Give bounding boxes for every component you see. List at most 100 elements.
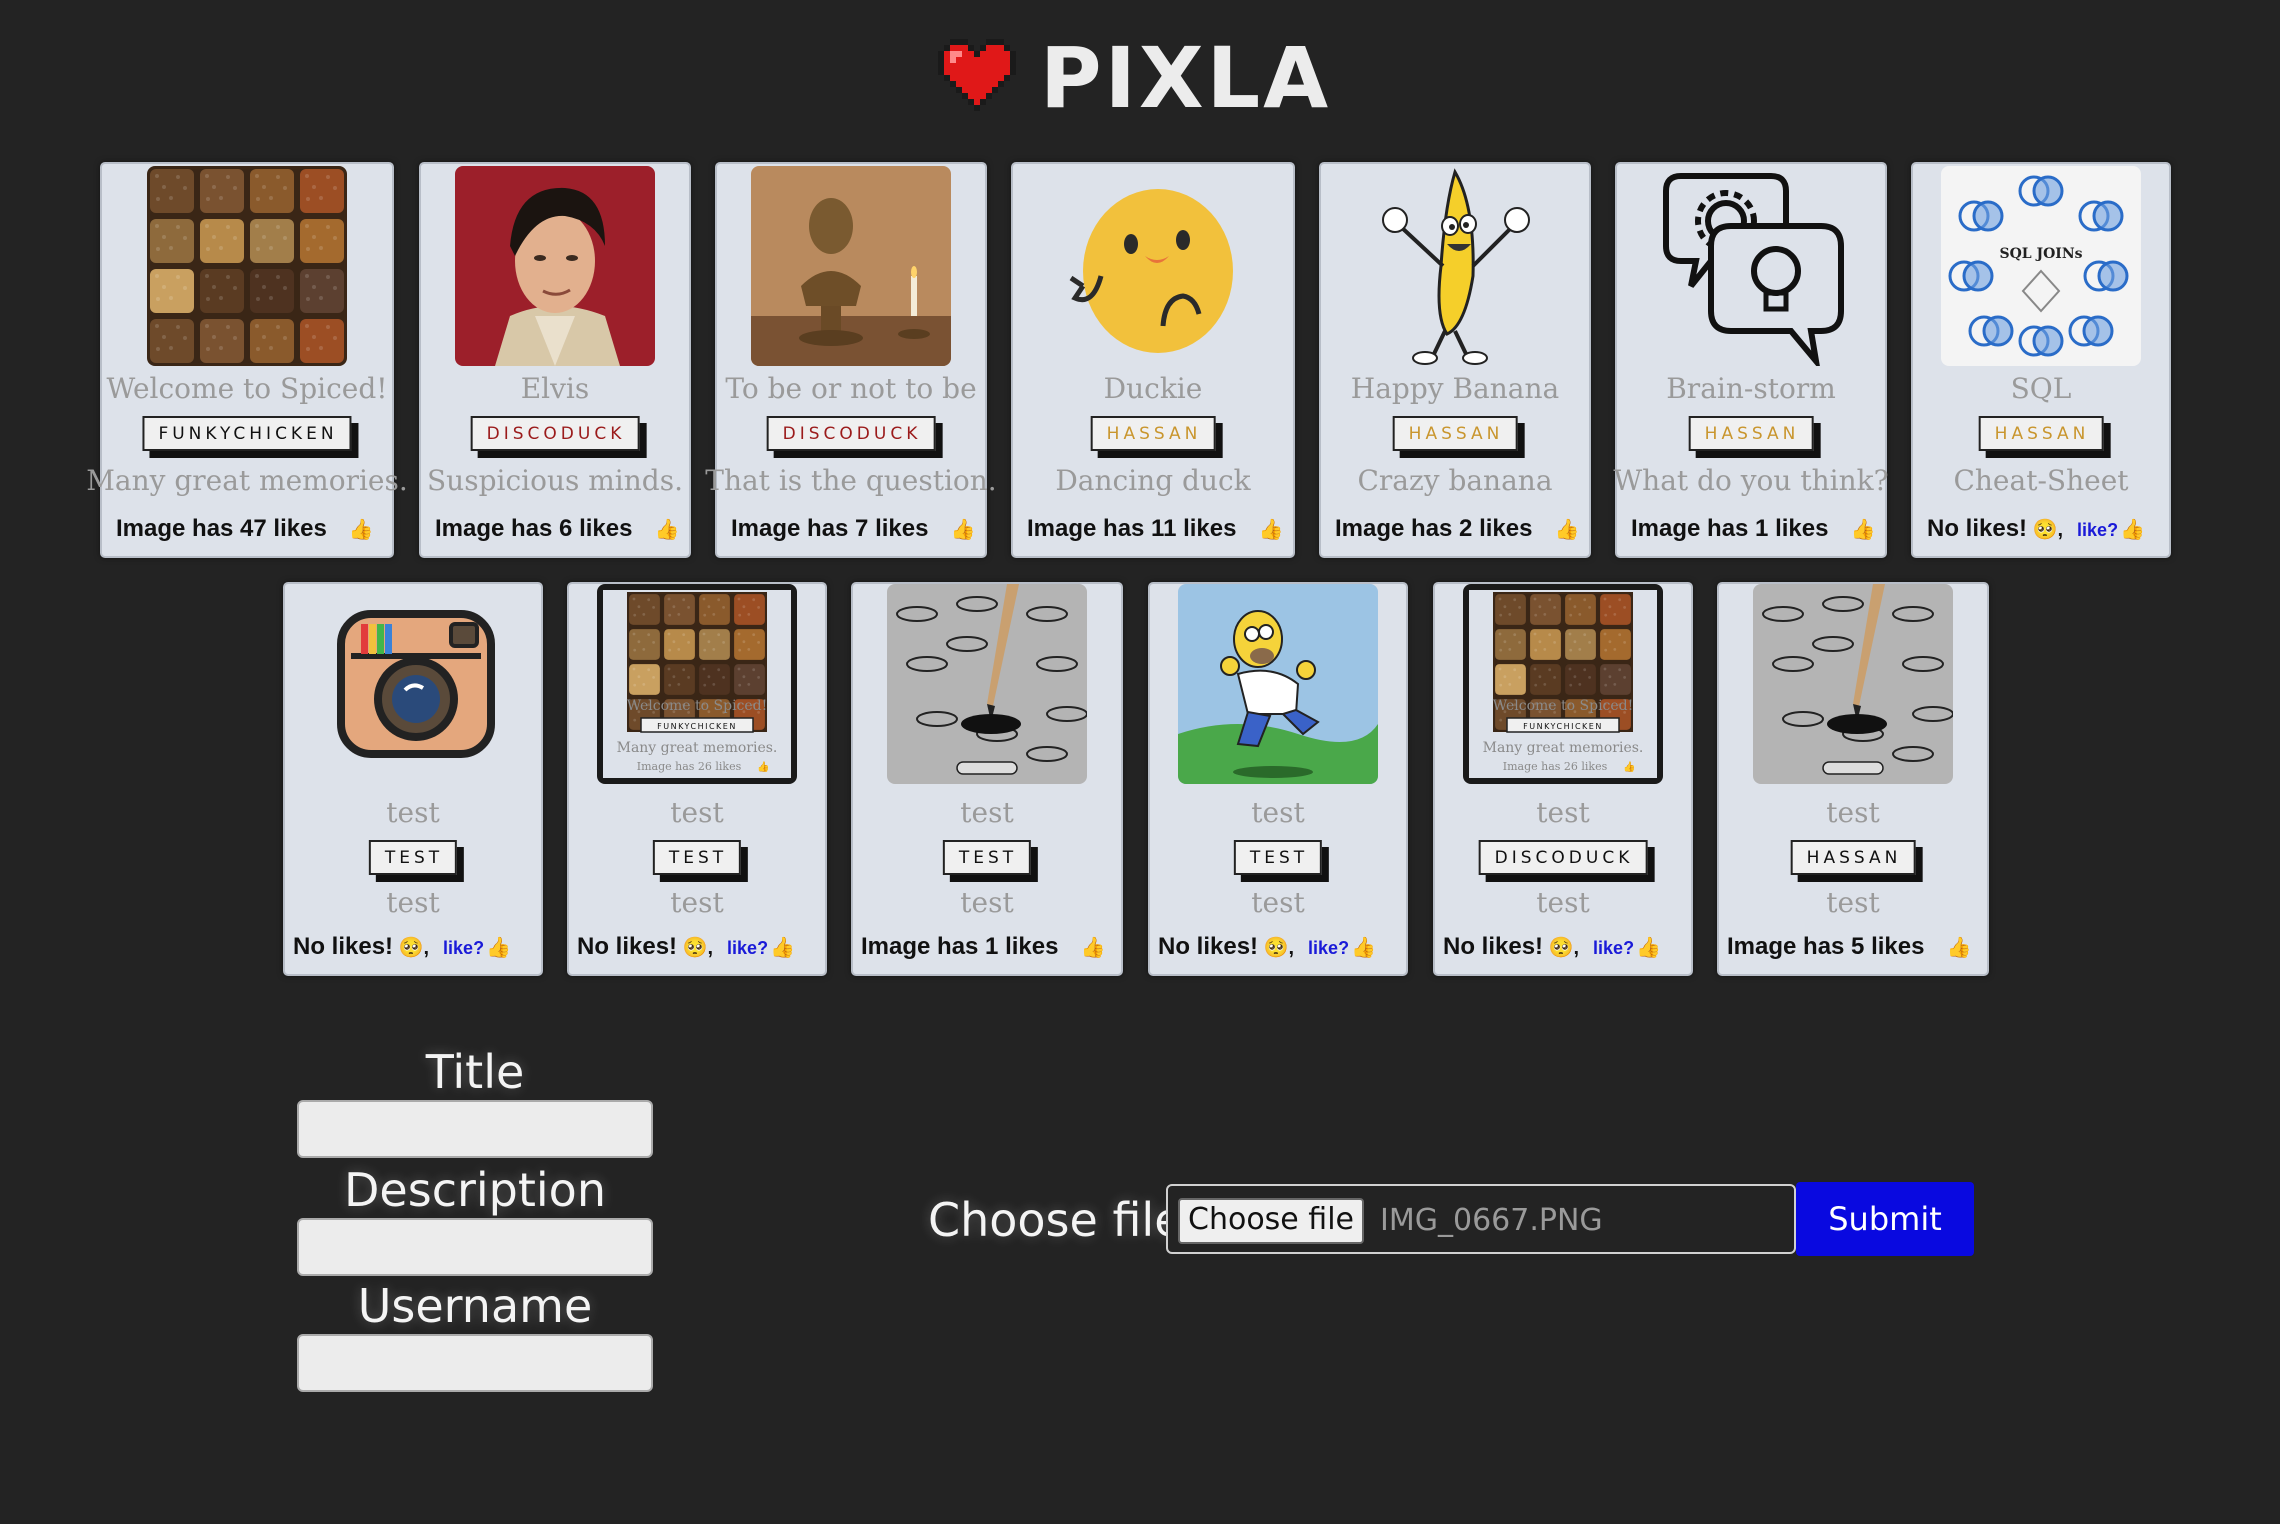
thumbs-up-icon[interactable]: 👍	[1850, 519, 1875, 541]
svg-text:Welcome to Spiced!: Welcome to Spiced!	[1493, 698, 1634, 714]
thumbs-up-icon[interactable]: 👍	[1258, 519, 1283, 541]
svg-text:Image has 26 likes: Image has 26 likes	[637, 760, 742, 773]
card-image[interactable]	[1053, 166, 1253, 366]
title-label: Title	[425, 1045, 525, 1099]
card-description: Many great memories.	[86, 464, 408, 497]
username-tag[interactable]: TEST	[368, 840, 458, 875]
image-card[interactable]: To be or not to be DISCODUCK That is the q…	[705, 162, 997, 558]
card-title: test	[670, 796, 724, 829]
image-card[interactable]: test HASSAN test Image has 5 likes 👍	[1717, 582, 1989, 976]
username-tag[interactable]: DISCODUCK	[470, 416, 640, 451]
description-input[interactable]	[297, 1218, 653, 1276]
thumbs-up-icon[interactable]: 👍	[1080, 937, 1105, 959]
like-link[interactable]: like?	[1593, 938, 1634, 958]
thumbs-up-icon[interactable]: 👍	[1351, 937, 1376, 959]
username-tag[interactable]: FUNKYCHICKEN	[142, 416, 352, 451]
like-link[interactable]: like?	[1308, 938, 1349, 958]
card-image[interactable]	[1753, 584, 1953, 784]
card-description: Suspicious minds.	[427, 464, 683, 497]
image-card[interactable]: Welcome to Spiced! FUNKYCHICKEN Many gre…	[1433, 582, 1693, 976]
thumbs-up-icon[interactable]: 👍	[770, 937, 795, 959]
username-tag[interactable]: TEST	[1233, 840, 1323, 875]
username-tag[interactable]: DISCODUCK	[1478, 840, 1648, 875]
likes-text: Image has 1 likes	[1631, 515, 1829, 542]
likes-text: No likes!	[577, 933, 678, 960]
likes-row: Image has 1 likes 👍	[861, 932, 1113, 963]
thumbs-up-icon[interactable]: 👍	[2120, 519, 2145, 541]
card-image[interactable]: Welcome to Spiced! FUNKYCHICKEN Many gre…	[597, 584, 797, 784]
card-title: Elvis	[520, 372, 590, 405]
svg-text:👍: 👍	[1623, 760, 1635, 773]
svg-text:FUNKYCHICKEN: FUNKYCHICKEN	[1523, 722, 1603, 731]
card-description: test	[1826, 886, 1880, 919]
likes-row: No likes! 🥺, like? 👍	[293, 932, 533, 963]
username-tag[interactable]: DISCODUCK	[766, 416, 936, 451]
image-card[interactable]: test TEST test No likes! 🥺, like? 👍	[1148, 582, 1408, 976]
image-card[interactable]: Welcome to Spiced! FUNKYCHICKEN Many great…	[86, 162, 408, 558]
image-card[interactable]: Elvis DISCODUCK Suspicious minds. Image has…	[419, 162, 691, 558]
card-image[interactable]: Welcome to Spiced! FUNKYCHICKEN Many gre…	[1463, 584, 1663, 784]
card-description: Dancing duck	[1055, 464, 1251, 497]
card-image[interactable]	[1651, 166, 1851, 366]
submit-button[interactable]: Submit	[1796, 1182, 1974, 1256]
card-image[interactable]	[313, 584, 513, 784]
card-image[interactable]	[1355, 166, 1555, 366]
image-card[interactable]: Happy Banana HASSAN Crazy banana Image has …	[1319, 162, 1591, 558]
card-description: That is the question.	[705, 464, 997, 497]
thumbs-up-icon[interactable]: 👍	[1636, 937, 1661, 959]
card-image[interactable]	[751, 166, 951, 366]
likes-row: Image has 11 likes 👍	[1027, 514, 1285, 545]
likes-text: Image has 47 likes	[116, 515, 327, 542]
file-input[interactable]: Choose file IMG_0667.PNG	[1166, 1184, 1796, 1254]
card-image[interactable]	[887, 584, 1087, 784]
card-description: test	[960, 886, 1014, 919]
image-card[interactable]: test TEST test No likes! 🥺, like? 👍	[283, 582, 543, 976]
svg-text:FUNKYCHICKEN: FUNKYCHICKEN	[657, 722, 737, 731]
thumbs-up-icon[interactable]: 👍	[486, 937, 511, 959]
like-link[interactable]: like?	[2077, 520, 2118, 540]
svg-text:Welcome to Spiced!: Welcome to Spiced!	[627, 698, 768, 714]
card-title: To be or not to be	[725, 372, 977, 405]
likes-text: No likes!	[1927, 515, 2028, 542]
username-tag[interactable]: HASSAN	[1688, 416, 1814, 451]
likes-row: No likes! 🥺, like? 👍	[1927, 514, 2161, 545]
username-tag[interactable]: HASSAN	[1790, 840, 1916, 875]
likes-row: Image has 2 likes 👍	[1335, 514, 1581, 545]
thumbs-up-icon[interactable]: 👍	[349, 519, 374, 541]
image-card[interactable]: Duckie HASSAN Dancing duck Image has 11 lik…	[1011, 162, 1295, 558]
choose-file-button[interactable]: Choose file	[1178, 1198, 1364, 1244]
card-description: Crazy banana	[1357, 464, 1553, 497]
image-card[interactable]: SQL JOINs SQL HASSAN Cheat-Sheet No likes! 🥺…	[1911, 162, 2171, 558]
card-description: What do you think?	[1613, 464, 1889, 497]
likes-row: Image has 5 likes 👍	[1727, 932, 1979, 963]
card-title: Welcome to Spiced!	[106, 372, 388, 405]
card-title: test	[386, 796, 440, 829]
image-card[interactable]: Brain-storm HASSAN What do you think? Image…	[1613, 162, 1889, 558]
likes-text: Image has 2 likes	[1335, 515, 1533, 542]
card-image[interactable]: SQL JOINs	[1941, 166, 2141, 366]
card-image[interactable]	[455, 166, 655, 366]
likes-row: No likes! 🥺, like? 👍	[1158, 932, 1398, 963]
username-tag[interactable]: HASSAN	[1392, 416, 1518, 451]
username-input[interactable]	[297, 1334, 653, 1392]
card-title: test	[1826, 796, 1880, 829]
title-input[interactable]	[297, 1100, 653, 1158]
like-link[interactable]: like?	[443, 938, 484, 958]
image-card[interactable]: test TEST test Image has 1 likes 👍	[851, 582, 1123, 976]
like-link[interactable]: like?	[727, 938, 768, 958]
thumbs-up-icon[interactable]: 👍	[1554, 519, 1579, 541]
thumbs-up-icon[interactable]: 👍	[654, 519, 679, 541]
username-tag[interactable]: TEST	[942, 840, 1032, 875]
thumbs-up-icon[interactable]: 👍	[950, 519, 975, 541]
card-description: Cheat-Sheet	[1953, 464, 2129, 497]
thumbs-up-icon[interactable]: 👍	[1946, 937, 1971, 959]
description-label: Description	[344, 1163, 606, 1217]
image-card[interactable]: Welcome to Spiced! FUNKYCHICKEN Many gre…	[567, 582, 827, 976]
card-image[interactable]	[1178, 584, 1378, 784]
card-image[interactable]	[147, 166, 347, 366]
card-title: Duckie	[1103, 372, 1203, 405]
username-tag[interactable]: HASSAN	[1978, 416, 2104, 451]
card-description: test	[1251, 886, 1305, 919]
username-tag[interactable]: TEST	[652, 840, 742, 875]
username-tag[interactable]: HASSAN	[1090, 416, 1216, 451]
